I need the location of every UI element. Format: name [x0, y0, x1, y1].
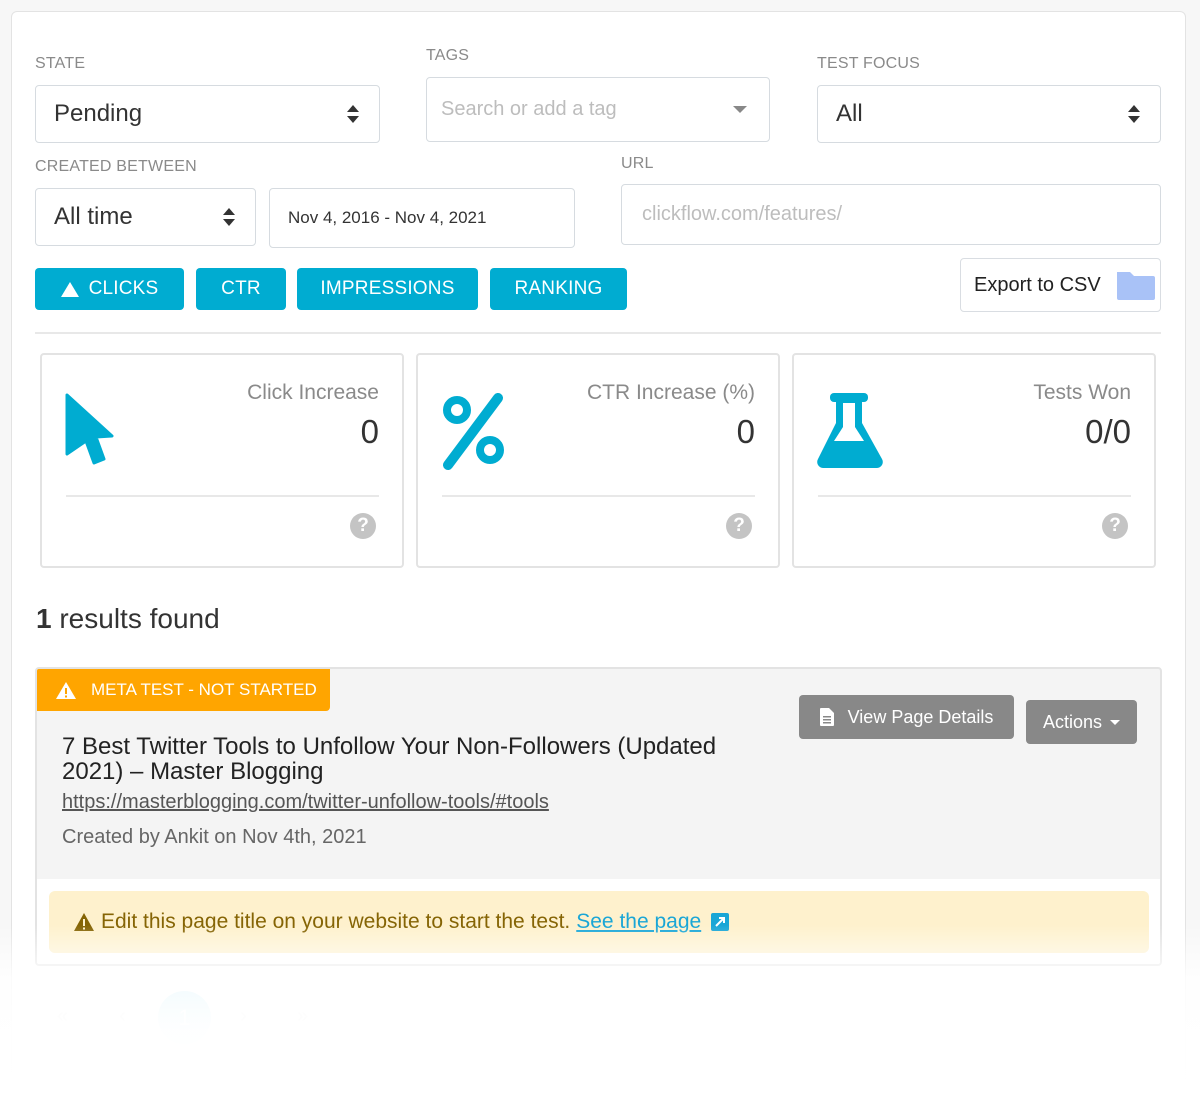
result-item: META TEST - NOT STARTED View Page Detail…	[35, 667, 1162, 966]
sort-clicks-button[interactable]: CLICKS	[35, 268, 184, 310]
folder-icon	[1116, 272, 1155, 300]
created-between-label: CREATED BETWEEN	[35, 158, 197, 175]
ctr-label: CTR	[221, 278, 261, 299]
state-select-value: Pending	[54, 100, 143, 127]
result-created-info: Created by Ankit on Nov 4th, 2021	[62, 826, 367, 848]
result-page-title: 7 Best Twitter Tools to Unfollow Your No…	[62, 733, 717, 785]
results-count: 1 results found	[36, 603, 220, 635]
ranking-label: RANKING	[514, 278, 603, 299]
cursor-icon	[65, 393, 114, 465]
help-icon[interactable]: ?	[1102, 513, 1128, 539]
created-range-select[interactable]: All time	[35, 188, 256, 246]
stat-value: 0	[736, 413, 755, 450]
caret-down-icon	[1110, 719, 1121, 725]
result-page-url[interactable]: https://masterblogging.com/twitter-unfol…	[62, 791, 549, 814]
help-icon[interactable]: ?	[350, 513, 376, 539]
url-label: URL	[621, 155, 654, 172]
state-select[interactable]: Pending	[35, 85, 380, 143]
flask-icon	[817, 393, 883, 468]
chevron-down-icon[interactable]	[733, 106, 747, 113]
sort-ctr-button[interactable]: CTR	[196, 268, 286, 310]
stat-card-ctr-increase: CTR Increase (%) 0 ?	[416, 353, 780, 568]
stat-card-click-increase: Click Increase 0 ?	[40, 353, 404, 568]
export-csv-button[interactable]: Export to CSV	[960, 258, 1161, 312]
notice-text: Edit this page title on your website to …	[101, 910, 571, 933]
start-test-notice: Edit this page title on your website to …	[49, 891, 1149, 953]
status-badge: META TEST - NOT STARTED	[37, 669, 330, 711]
document-icon	[819, 708, 834, 726]
date-range-value: Nov 4, 2016 - Nov 4, 2021	[288, 208, 487, 227]
stat-title: Tests Won	[1033, 381, 1131, 404]
last-page-button[interactable]: »	[297, 1005, 308, 1028]
section-divider	[35, 332, 1161, 334]
test-focus-select[interactable]: All	[817, 85, 1161, 143]
actions-dropdown-button[interactable]: Actions	[1026, 700, 1137, 744]
tags-input[interactable]: Search or add a tag	[426, 77, 770, 142]
stat-card-tests-won: Tests Won 0/0 ?	[792, 353, 1156, 568]
triangle-up-icon	[60, 281, 79, 297]
sort-impressions-button[interactable]: IMPRESSIONS	[297, 268, 478, 310]
view-page-details-label: View Page Details	[847, 706, 994, 727]
stat-divider	[66, 495, 379, 497]
created-range-value: All time	[54, 203, 133, 230]
url-input[interactable]: clickflow.com/features/	[621, 184, 1161, 245]
first-page-button[interactable]: «	[57, 1005, 68, 1028]
tags-label: TAGS	[426, 47, 470, 64]
view-page-details-button[interactable]: View Page Details	[799, 695, 1014, 739]
results-count-suffix: results found	[51, 603, 220, 634]
warning-icon	[56, 681, 76, 699]
next-page-button[interactable]: ›	[240, 1005, 247, 1028]
export-label: Export to CSV	[974, 273, 1101, 296]
external-link-icon[interactable]	[711, 913, 730, 931]
see-the-page-link[interactable]: See the page	[576, 910, 701, 934]
prev-page-button[interactable]: ‹	[119, 1005, 126, 1028]
help-icon[interactable]: ?	[726, 513, 752, 539]
percent-icon	[443, 393, 504, 470]
page-1-button[interactable]: 1	[158, 991, 211, 1044]
test-focus-label: TEST FOCUS	[817, 55, 921, 72]
url-placeholder: clickflow.com/features/	[642, 203, 843, 225]
status-badge-label: META TEST - NOT STARTED	[91, 680, 317, 699]
stat-title: Click Increase	[247, 381, 379, 404]
stat-value: 0	[360, 413, 379, 450]
sort-arrows-icon	[223, 208, 235, 226]
stat-value: 0/0	[1085, 413, 1131, 450]
clicks-label: CLICKS	[88, 278, 159, 299]
sort-arrows-icon	[347, 105, 359, 123]
sort-ranking-button[interactable]: RANKING	[490, 268, 627, 310]
sort-arrows-icon	[1128, 105, 1140, 123]
stat-divider	[818, 495, 1131, 497]
actions-label: Actions	[1042, 711, 1103, 732]
test-focus-value: All	[836, 100, 863, 127]
state-label: STATE	[35, 55, 86, 72]
stat-divider	[442, 495, 755, 497]
results-count-number: 1	[36, 603, 52, 634]
date-range-input[interactable]: Nov 4, 2016 - Nov 4, 2021	[269, 188, 575, 248]
warning-icon	[74, 913, 94, 931]
impressions-label: IMPRESSIONS	[320, 278, 455, 299]
stat-title: CTR Increase (%)	[586, 381, 755, 404]
tags-placeholder: Search or add a tag	[441, 98, 617, 120]
